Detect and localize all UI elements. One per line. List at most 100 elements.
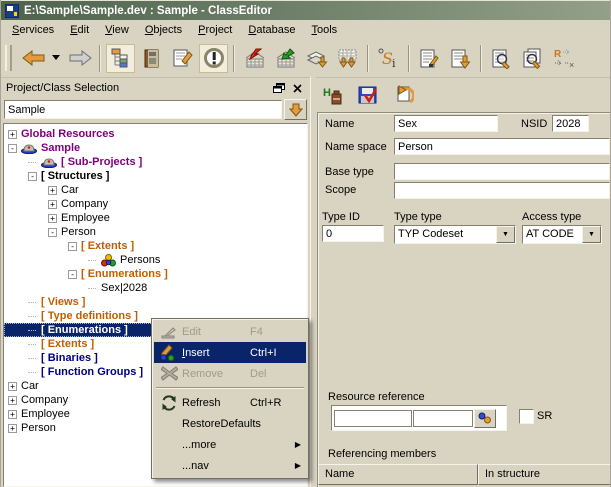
tree-item-enumerations[interactable]: -[ Enumerations ] — [4, 267, 307, 281]
expand-icon[interactable]: + — [8, 382, 17, 391]
expand-icon[interactable]: + — [8, 396, 17, 405]
find-in-documents-button[interactable] — [518, 44, 547, 73]
collapse-icon[interactable]: - — [8, 144, 17, 153]
collapse-icon[interactable]: - — [28, 172, 37, 181]
expand-icon[interactable]: + — [48, 214, 57, 223]
script-info-icon: Si — [377, 47, 400, 69]
typetype-value: TYP Codeset — [395, 226, 496, 243]
tree-item-label: [ Extents ] — [81, 240, 134, 253]
menu-services[interactable]: Services — [4, 22, 62, 38]
context-menu-item-refresh[interactable]: RefreshCtrl+R — [154, 392, 306, 413]
back-button[interactable] — [19, 44, 48, 73]
tree-connector — [28, 329, 36, 331]
tree-item-extents[interactable]: -[ Extents ] — [4, 239, 307, 253]
typeid-input[interactable] — [322, 225, 384, 242]
context-menu-item-more[interactable]: ...more▶ — [154, 434, 306, 455]
basetype-input[interactable] — [394, 163, 610, 180]
collapse-icon[interactable]: - — [68, 270, 77, 279]
context-menu-item-nav[interactable]: ...nav▶ — [154, 455, 306, 476]
resource-ref-field-1[interactable] — [334, 410, 412, 427]
edit-object-button[interactable] — [168, 44, 197, 73]
catalog-button[interactable] — [137, 44, 166, 73]
forward-button[interactable] — [65, 44, 94, 73]
context-menu: EditF4InsertCtrl+IRemoveDelRefreshCtrl+R… — [151, 318, 309, 479]
edit-document-button[interactable] — [415, 44, 444, 73]
toolbar-separator — [480, 45, 482, 72]
check-in-button[interactable] — [240, 44, 269, 73]
tree-item-sex-2028[interactable]: Sex|2028 — [4, 281, 307, 295]
expand-icon[interactable]: + — [8, 410, 17, 419]
deploy-package-button[interactable] — [302, 44, 331, 73]
close-panel-icon[interactable] — [290, 82, 305, 95]
nsid-input[interactable] — [552, 115, 589, 132]
tree-item-person[interactable]: -Person — [4, 225, 307, 239]
column-header-name[interactable]: Name — [318, 464, 478, 485]
tree-item-global-resources[interactable]: +Global Resources — [4, 127, 307, 141]
check-out-button[interactable] — [271, 44, 300, 73]
class-tree-button[interactable] — [106, 44, 135, 73]
menu-database[interactable]: Database — [240, 22, 303, 38]
chevron-down-icon[interactable]: ▼ — [582, 226, 601, 243]
back-history-button[interactable] — [50, 44, 63, 73]
tree-item-structures[interactable]: -[ Structures ] — [4, 169, 307, 183]
context-menu-item-restoredefaults[interactable]: RestoreDefaults — [154, 413, 306, 434]
context-menu-item-label: Insert — [182, 347, 250, 359]
project-filter-input[interactable] — [4, 100, 282, 119]
context-menu-item-label: Edit — [182, 326, 250, 338]
export-document-button[interactable] — [446, 44, 475, 73]
titlebar[interactable]: E:\Sample\Sample.dev : Sample - ClassEdi… — [1, 0, 610, 20]
resource-ref-field-2[interactable] — [413, 410, 473, 427]
window-title: E:\Sample\Sample.dev : Sample - ClassEdi… — [24, 5, 272, 17]
project-filter-dropdown-button[interactable] — [284, 99, 307, 120]
resource-lookup-button[interactable] — [474, 409, 496, 428]
tree-connector — [28, 343, 36, 345]
scope-label: Scope — [325, 184, 356, 196]
column-header-in-structure[interactable]: In structure — [478, 464, 610, 485]
svg-text:i: i — [392, 57, 396, 69]
save-button[interactable] — [355, 83, 381, 107]
accesstype-select[interactable]: AT CODE ▼ — [522, 225, 602, 244]
toolbar-grip[interactable] — [5, 45, 12, 71]
expand-icon[interactable]: + — [8, 424, 17, 433]
tree-item-sample[interactable]: -Sample — [4, 141, 307, 155]
find-in-document-button[interactable] — [487, 44, 516, 73]
chevron-down-icon[interactable]: ▼ — [496, 226, 515, 243]
name-input[interactable] — [394, 115, 498, 132]
collapse-icon[interactable]: - — [48, 228, 57, 237]
typetype-select[interactable]: TYP Codeset ▼ — [394, 225, 516, 244]
float-panel-icon[interactable] — [271, 82, 286, 95]
tree-item-label: [ Sub-Projects ] — [61, 156, 142, 169]
tree-item-employee[interactable]: +Employee — [4, 211, 307, 225]
tree-item-views[interactable]: [ Views ] — [4, 295, 307, 309]
context-menu-item-insert[interactable]: InsertCtrl+I — [154, 342, 306, 363]
tree-item-car[interactable]: +Car — [4, 183, 307, 197]
toolbar: Si R× — [1, 39, 610, 78]
script-info-button[interactable]: Si — [374, 44, 403, 73]
menu-tools[interactable]: Tools — [303, 22, 345, 38]
svg-text:H: H — [323, 87, 331, 99]
object-info-button[interactable] — [199, 44, 228, 73]
menu-objects[interactable]: Objects — [137, 22, 190, 38]
expand-icon[interactable]: + — [48, 200, 57, 209]
expand-icon[interactable]: + — [48, 186, 57, 195]
history-button[interactable]: H — [320, 83, 346, 107]
menu-edit[interactable]: Edit — [62, 22, 97, 38]
doc-down-icon — [450, 48, 471, 69]
namespace-input[interactable] — [394, 138, 610, 155]
menu-edit-icon — [156, 325, 182, 339]
sr-checkbox[interactable] — [519, 409, 534, 424]
tree-item-persons[interactable]: Persons — [4, 253, 307, 267]
scope-input[interactable] — [394, 182, 610, 199]
menu-view[interactable]: View — [97, 22, 137, 38]
import-green-icon — [274, 48, 297, 69]
panel-title: Project/Class Selection — [6, 82, 267, 94]
revert-button[interactable] — [390, 83, 416, 107]
load-table-button[interactable] — [333, 44, 362, 73]
context-menu-item-label: ...more — [182, 439, 250, 451]
collapse-icon[interactable]: - — [68, 242, 77, 251]
reference-navigation-button[interactable]: R× — [549, 44, 578, 73]
expand-icon[interactable]: + — [8, 130, 17, 139]
tree-item-company[interactable]: +Company — [4, 197, 307, 211]
menu-project[interactable]: Project — [190, 22, 240, 38]
tree-item-sub-projects[interactable]: [ Sub-Projects ] — [4, 155, 307, 169]
